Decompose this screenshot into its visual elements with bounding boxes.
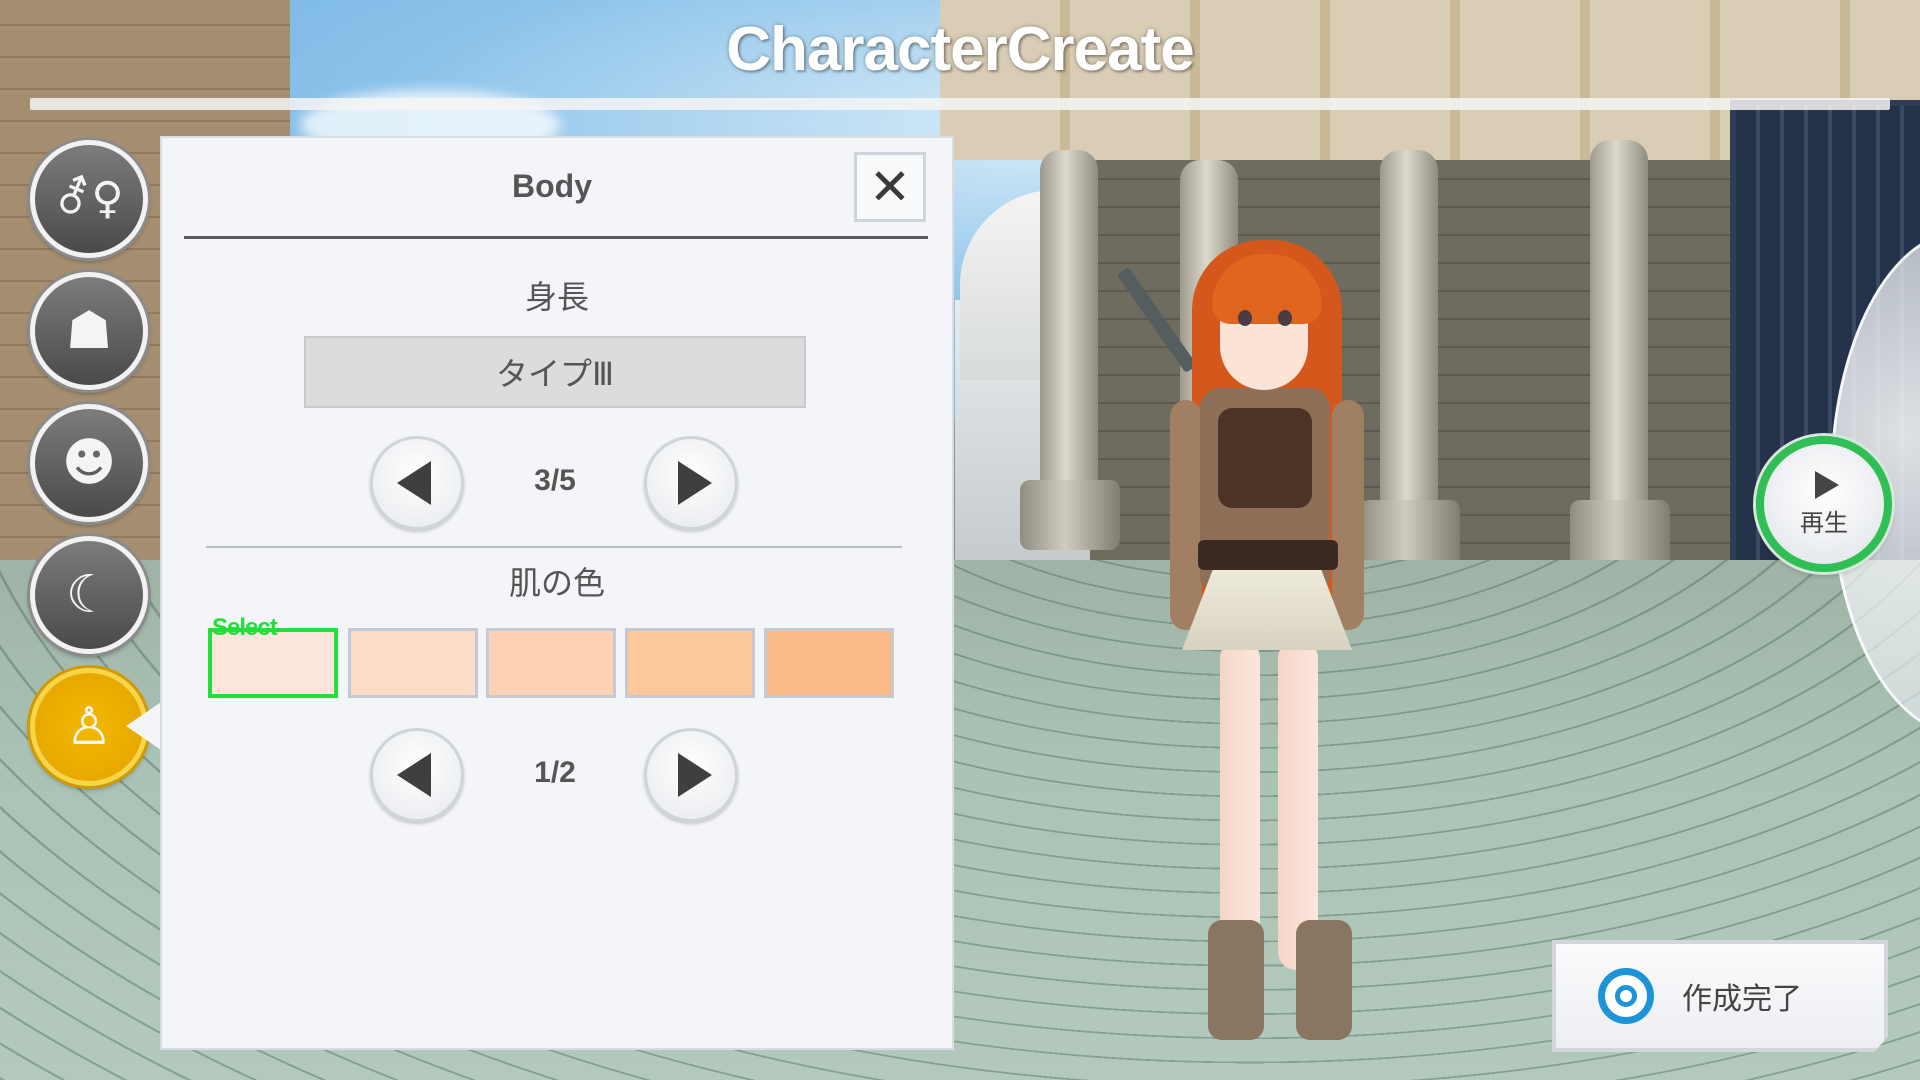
stone-pillar (1380, 150, 1438, 540)
skin-prev-button[interactable] (370, 728, 464, 822)
title-divider (30, 98, 1890, 110)
gender-icon: ⚦♀ (54, 173, 124, 224)
hair-icon: ☗ (65, 301, 113, 361)
play-icon (1815, 470, 1839, 499)
makeup-brush-icon: ☾ (65, 565, 113, 625)
page-title: CharacterCreate (726, 15, 1194, 84)
skin-swatch-4[interactable] (625, 628, 755, 698)
finish-creation-button[interactable]: 作成完了 (1552, 940, 1888, 1052)
face-icon: ☻ (61, 433, 117, 493)
character-eye (1278, 310, 1292, 326)
character-arm (1332, 400, 1364, 630)
panel-title: Body (512, 168, 592, 204)
panel-title-divider (184, 236, 928, 239)
active-tab-pointer (126, 700, 164, 752)
tab-gender[interactable]: ⚦♀ (30, 140, 148, 258)
skin-counter: 1/2 (534, 756, 576, 789)
height-type-display: タイプⅢ (304, 336, 806, 408)
height-section-label: 身長 (524, 278, 589, 316)
arrow-right-icon (678, 461, 712, 505)
circle-confirm-icon (1598, 968, 1654, 1024)
character-boot (1208, 920, 1264, 1040)
body-settings-panel: Body ✕ 身長 タイプⅢ 3/5 肌の色 Select 1/2 (162, 138, 952, 1048)
tab-hair[interactable]: ☗ (30, 272, 148, 390)
arrow-right-icon (678, 753, 712, 797)
character-boot (1296, 920, 1352, 1040)
skin-swatch-2[interactable] (348, 628, 478, 698)
stone-pillar (1040, 150, 1098, 530)
selected-swatch-tag: Select (212, 614, 278, 641)
skin-swatch-3[interactable] (486, 628, 616, 698)
body-icon: ♙ (65, 697, 113, 757)
pillar-base (1020, 480, 1120, 550)
arrow-left-icon (397, 753, 431, 797)
arrow-left-icon (397, 461, 431, 505)
height-prev-button[interactable] (370, 436, 464, 530)
tab-makeup[interactable]: ☾ (30, 536, 148, 654)
play-button[interactable]: 再生 (1756, 436, 1892, 572)
sword (1116, 266, 1198, 374)
tab-face[interactable]: ☻ (30, 404, 148, 522)
close-icon: ✕ (869, 158, 911, 216)
character-eye (1238, 310, 1252, 326)
close-button[interactable]: ✕ (854, 152, 926, 222)
character-belt (1198, 540, 1338, 570)
skin-swatch-5[interactable] (764, 628, 894, 698)
skin-color-section-label: 肌の色 (508, 564, 605, 602)
skin-next-button[interactable] (644, 728, 738, 822)
stone-pillar (1590, 140, 1648, 540)
character-model (1116, 240, 1380, 1060)
character-vest (1218, 408, 1312, 508)
character-arm (1170, 400, 1202, 630)
height-next-button[interactable] (644, 436, 738, 530)
play-button-label: 再生 (1800, 508, 1848, 537)
height-counter: 3/5 (534, 464, 576, 497)
section-divider (206, 546, 902, 548)
finish-creation-label: 作成完了 (1682, 982, 1802, 1017)
